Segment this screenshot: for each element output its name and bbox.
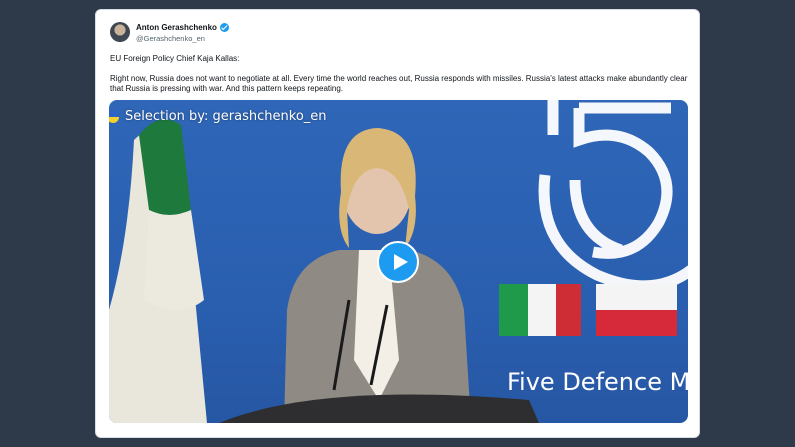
video-overlay-label: Selection by: gerashchenko_en [109,109,327,124]
tweet-paragraph: EU Foreign Policy Chief Kaja Kallas: [110,54,240,63]
author-name-row: Anton Gerashchenko [136,22,229,33]
ukraine-flag-icon [109,110,119,123]
overlay-label-text: Selection by: gerashchenko_en [125,109,327,124]
author-handle[interactable]: @Gerashchenko_en [136,33,229,44]
avatar[interactable] [110,22,130,42]
polish-flag-banner [596,284,677,336]
italian-flag-banner [499,284,581,336]
speaker-figure [284,128,471,423]
play-icon[interactable] [377,241,419,283]
author-info: Anton Gerashchenko @Gerashchenko_en [136,22,229,44]
backdrop-logo [538,100,688,292]
tweet-text: EU Foreign Policy Chief Kaja Kallas: Rig… [110,54,690,95]
podium [219,394,539,423]
tweet-card: Anton Gerashchenko @Gerashchenko_en EU F… [95,9,700,438]
verified-badge-icon [219,23,229,32]
author-name[interactable]: Anton Gerashchenko [136,22,217,33]
video-player[interactable]: Selection by: gerashchenko_en Five Defen… [109,100,688,423]
backdrop-banner-text: Five Defence Mi [507,368,688,396]
tweet-header: Anton Gerashchenko @Gerashchenko_en [110,22,229,44]
tricolor-flag [109,119,207,423]
tweet-paragraph: Right now, Russia does not want to negot… [110,73,688,94]
